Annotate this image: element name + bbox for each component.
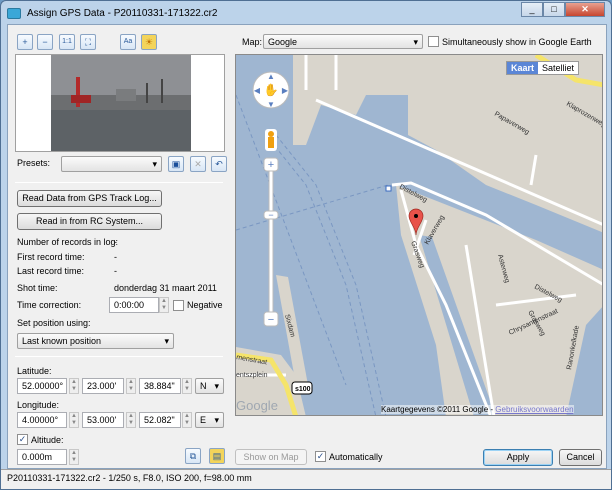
svg-text:▼: ▼ (267, 100, 275, 109)
text-icon[interactable]: Aa (120, 34, 136, 50)
altitude-input[interactable]: 0.000m (17, 449, 67, 465)
svg-text:−: − (268, 314, 274, 326)
longitude-label: Longitude: (17, 400, 60, 410)
first-record-label: First record time: (17, 252, 85, 262)
svg-text:◀: ◀ (254, 86, 261, 95)
altitude-spinner[interactable]: ▲ ▼ (69, 449, 79, 465)
svg-text:−: − (268, 210, 273, 220)
read-rc-system-button[interactable]: Read in from RC System... (17, 213, 162, 230)
show-on-map-button[interactable]: Show on Map (235, 449, 307, 465)
street-label: entszplein (236, 372, 268, 379)
set-position-dropdown[interactable]: Last known position (17, 333, 174, 349)
title-bar: Assign GPS Data - P20110331-171322.cr2 (7, 5, 218, 21)
google-logo: Google (236, 398, 278, 413)
undo-icon[interactable]: ↶ (211, 156, 227, 172)
minimize-button[interactable]: _ (521, 2, 543, 17)
longitude-seconds-input[interactable]: 52.082" (139, 412, 181, 428)
close-button[interactable]: ✕ (565, 2, 605, 17)
latitude-minutes-spinner[interactable]: ▲ ▼ (126, 378, 136, 394)
map-view[interactable]: ✋ ▲ ▼ ◀ ▶ + − − Papaverweg Distelweg Kla… (235, 54, 603, 416)
image-icon[interactable]: ☀ (141, 34, 157, 50)
automatically-label: Automatically (329, 452, 383, 462)
pan-control-icon: ✋ ▲ ▼ ◀ ▶ (252, 71, 290, 109)
svg-text:▶: ▶ (282, 86, 289, 95)
svg-text:▲: ▲ (267, 72, 275, 81)
status-bar: P20110331-171322.cr2 - 1/250 s, F8.0, IS… (1, 469, 611, 489)
cancel-button[interactable]: Cancel (559, 449, 602, 466)
copyright-text: Kaartgegevens ©2011 Google - (381, 405, 496, 414)
zoom-out-icon[interactable]: − (37, 34, 53, 50)
altitude-checkbox[interactable]: ✓ (17, 434, 28, 445)
latitude-direction-dropdown[interactable]: N (195, 378, 224, 394)
latitude-minutes-input[interactable]: 23.000' (82, 378, 124, 394)
longitude-seconds-spinner[interactable]: ▲ ▼ (182, 412, 192, 428)
last-record-label: Last record time: (17, 266, 85, 276)
last-record-value: - (114, 266, 117, 276)
first-record-value: - (114, 252, 117, 262)
dialog-window: Assign GPS Data - P20110331-171322.cr2 _… (0, 0, 612, 490)
latitude-seconds-spinner[interactable]: ▲ ▼ (182, 378, 192, 394)
zoom-in-icon[interactable]: + (17, 34, 33, 50)
app-icon (7, 7, 21, 19)
save-preset-icon[interactable]: ▣ (168, 156, 184, 172)
preview-image (51, 55, 191, 151)
maximize-button[interactable]: □ (543, 2, 565, 17)
map-copyright: Kaartgegevens ©2011 Google - Gebruiksvoo… (381, 405, 574, 414)
terms-link[interactable]: Gebruiksvoorwaarden (495, 405, 573, 414)
photo-preview (15, 54, 225, 152)
copy-icon[interactable]: ⧉ (185, 448, 201, 464)
map-canvas[interactable]: ✋ ▲ ▼ ◀ ▶ + − − Papaverweg Distelweg Kla… (236, 55, 603, 416)
google-earth-checkbox[interactable] (428, 36, 439, 47)
shot-time-value: donderdag 31 maart 2011 (114, 283, 217, 293)
map-type-satelliet[interactable]: Satelliet (538, 62, 579, 74)
longitude-minutes-input[interactable]: 53.000' (82, 412, 124, 428)
actual-size-icon[interactable]: 1:1 (59, 34, 75, 50)
map-type-kaart[interactable]: Kaart (507, 62, 539, 74)
time-correction-label: Time correction: (17, 300, 82, 310)
time-correction-input[interactable]: 0:00:00 (109, 297, 159, 313)
time-correction-spinner[interactable]: ▲ ▼ (159, 297, 169, 313)
presets-dropdown[interactable] (61, 156, 162, 172)
svg-text:+: + (268, 159, 274, 171)
delete-preset-icon[interactable]: ✕ (190, 156, 206, 172)
longitude-degrees-spinner[interactable]: ▲ ▼ (69, 412, 79, 428)
longitude-direction-dropdown[interactable]: E (195, 412, 224, 428)
street-view-pegman-icon (265, 129, 277, 151)
presets-label: Presets: (17, 158, 51, 168)
negative-label: Negative (187, 300, 223, 310)
records-value: - (114, 237, 117, 247)
longitude-minutes-spinner[interactable]: ▲ ▼ (126, 412, 136, 428)
window-title: Assign GPS Data - P20110331-171322.cr2 (27, 7, 218, 19)
svg-text:✋: ✋ (264, 83, 279, 97)
route-shield: s100 (295, 386, 311, 393)
fit-icon[interactable]: ⛶ (80, 34, 96, 50)
map-provider-dropdown[interactable]: Google (263, 34, 423, 49)
latitude-degrees-input[interactable]: 52.00000° (17, 378, 67, 394)
map-type-toggle: Kaart Satelliet (506, 61, 580, 75)
records-label: Number of records in log: (17, 237, 119, 247)
automatically-checkbox[interactable]: ✓ (315, 451, 326, 462)
longitude-degrees-input[interactable]: 4.00000° (17, 412, 67, 428)
altitude-label: Altitude: (31, 435, 64, 445)
apply-button[interactable]: Apply (483, 449, 553, 466)
read-gps-track-log-button[interactable]: Read Data from GPS Track Log... (17, 190, 162, 207)
negative-checkbox[interactable] (173, 300, 184, 311)
dialog-client: + − 1:1 ⛶ Aa ☀ Presets: ▣ ✕ ↶ Read Data … (7, 24, 607, 469)
latitude-degrees-spinner[interactable]: ▲ ▼ (69, 378, 79, 394)
latitude-label: Latitude: (17, 366, 52, 376)
google-earth-label: Simultaneously show in Google Earth (442, 37, 592, 47)
map-label: Map: (242, 37, 263, 47)
shot-time-label: Shot time: (17, 283, 58, 293)
set-position-label: Set position using: (17, 318, 91, 328)
paste-icon[interactable]: ▤ (209, 448, 225, 464)
latitude-seconds-input[interactable]: 38.884" (139, 378, 181, 394)
